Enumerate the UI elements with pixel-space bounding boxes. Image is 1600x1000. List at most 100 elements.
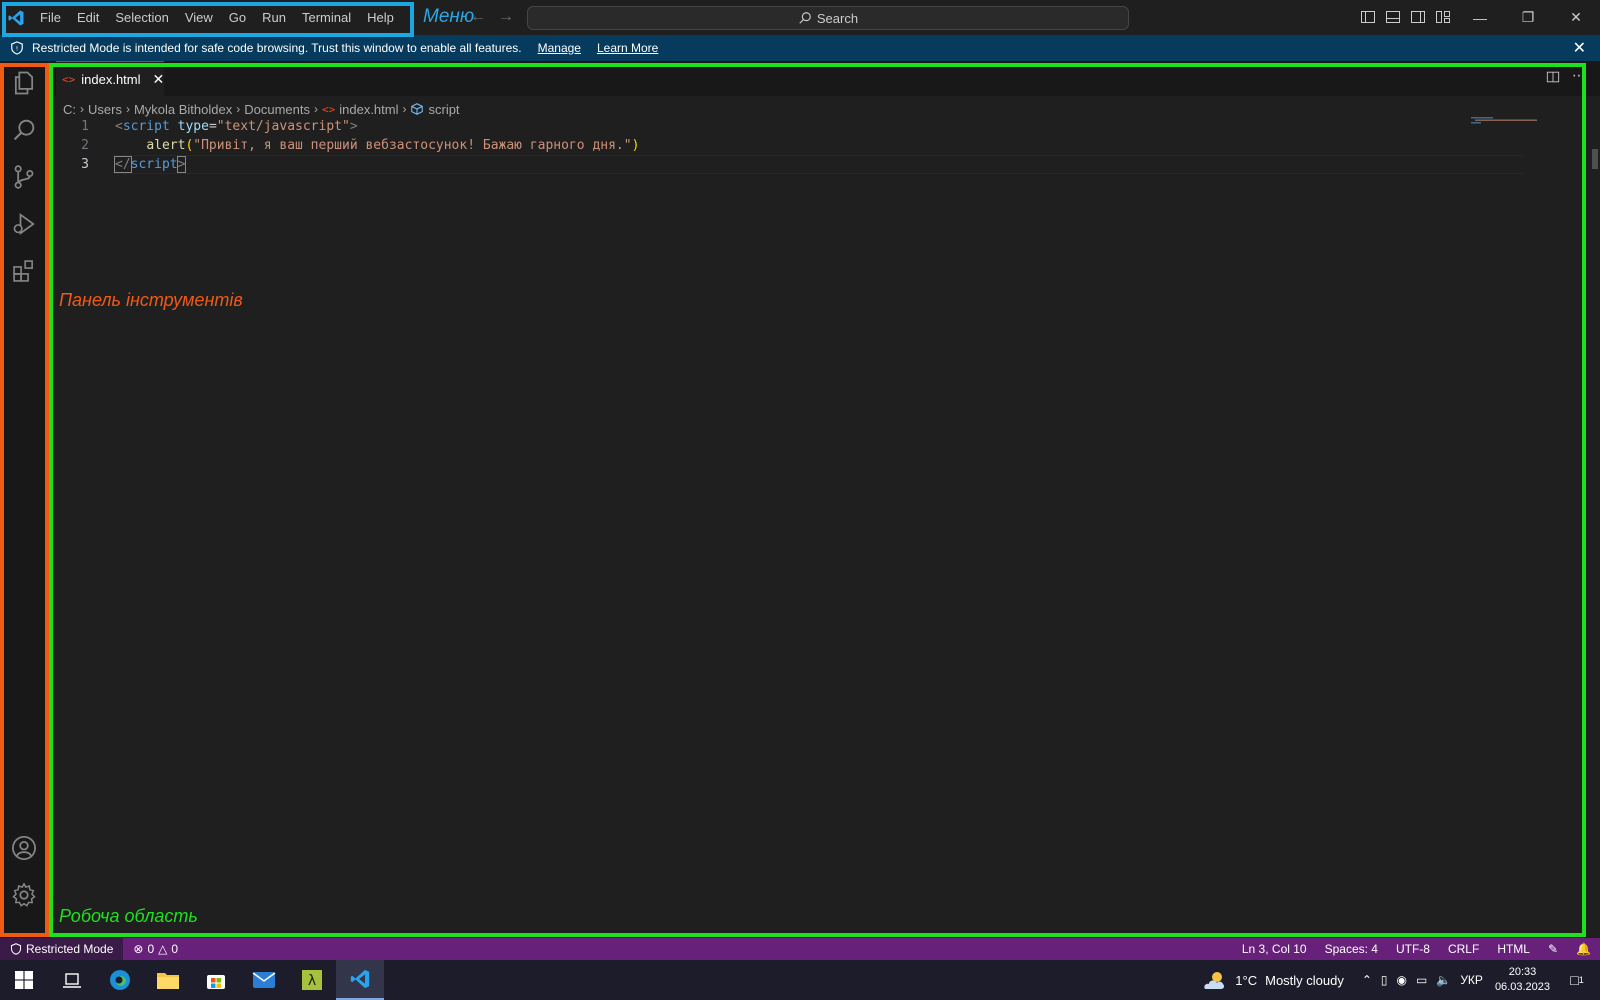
tab-close-icon[interactable]: ✕ bbox=[153, 71, 165, 88]
toggle-primary-sidebar-icon[interactable] bbox=[1360, 9, 1376, 25]
line-number: 1 bbox=[81, 119, 89, 134]
symbol-element-icon bbox=[411, 103, 424, 115]
settings-gear-icon[interactable] bbox=[10, 881, 38, 909]
tab-index-html[interactable]: <> index.html ✕ bbox=[56, 61, 164, 96]
menu-help[interactable]: Help bbox=[359, 0, 402, 35]
chevron-right-icon: › bbox=[402, 102, 407, 116]
bell-icon[interactable]: 🔔 bbox=[1567, 942, 1600, 956]
network-icon[interactable]: ▭ bbox=[1416, 973, 1427, 987]
search-sidebar-icon[interactable] bbox=[10, 116, 38, 144]
menu-selection[interactable]: Selection bbox=[107, 0, 176, 35]
task-view-icon[interactable] bbox=[48, 960, 96, 1000]
vscode-taskbar-icon[interactable] bbox=[336, 960, 384, 1000]
error-icon: ⊗ bbox=[133, 942, 144, 956]
code-line: 1 <script type="text/javascript"> bbox=[49, 117, 1469, 136]
line-number: 2 bbox=[81, 138, 89, 153]
learn-more-link[interactable]: Learn More bbox=[597, 41, 658, 55]
line-number: 3 bbox=[81, 157, 89, 172]
tab-actions: ⋯ bbox=[1546, 67, 1586, 84]
chevron-up-icon[interactable]: ⌃ bbox=[1362, 973, 1372, 987]
weather-widget[interactable]: 1°C Mostly cloudy bbox=[1201, 969, 1344, 991]
mail-icon[interactable] bbox=[240, 960, 288, 1000]
restore-icon[interactable]: ❐ bbox=[1504, 0, 1552, 35]
edge-browser-icon[interactable] bbox=[96, 960, 144, 1000]
feedback-icon[interactable]: ✎ bbox=[1539, 942, 1567, 956]
file-explorer-icon[interactable] bbox=[144, 960, 192, 1000]
minimap[interactable] bbox=[1471, 117, 1541, 125]
input-language[interactable]: УКР bbox=[1460, 973, 1483, 987]
explorer-icon[interactable] bbox=[10, 69, 38, 97]
accounts-icon[interactable] bbox=[10, 834, 38, 862]
layout-controls bbox=[1360, 9, 1451, 25]
menu-edit[interactable]: Edit bbox=[69, 0, 107, 35]
banner-close-icon[interactable]: ✕ bbox=[1573, 38, 1586, 58]
lambda-app-icon[interactable]: λ bbox=[288, 960, 336, 1000]
chevron-right-icon: › bbox=[125, 102, 130, 116]
code-editor[interactable]: 1 <script type="text/javascript"> 2 aler… bbox=[49, 117, 1469, 174]
customize-layout-icon[interactable] bbox=[1435, 9, 1451, 25]
window-controls: — ❐ ✕ bbox=[1456, 0, 1600, 35]
tray-icons: ⌃ ▯ ◉ ▭ 🔈 УКР bbox=[1362, 973, 1483, 987]
menu-view[interactable]: View bbox=[177, 0, 221, 35]
editor-tabs: <> index.html ✕ ⋯ bbox=[49, 61, 1600, 96]
temperature: 1°C bbox=[1235, 972, 1258, 988]
tab-filename: index.html bbox=[81, 71, 141, 87]
warning-count: 0 bbox=[171, 942, 179, 956]
activity-bar bbox=[0, 61, 48, 938]
run-debug-icon[interactable] bbox=[10, 210, 38, 238]
breadcrumb-users[interactable]: Users bbox=[88, 102, 122, 117]
toolbar-annotation-label: Панель інструментів bbox=[59, 290, 243, 310]
close-window-icon[interactable]: ✕ bbox=[1552, 0, 1600, 35]
camera-icon[interactable]: ◉ bbox=[1397, 973, 1407, 987]
breadcrumb-drive[interactable]: C: bbox=[63, 102, 76, 117]
menu-annotation-label: Меню bbox=[423, 6, 475, 27]
search-icon bbox=[799, 12, 811, 24]
menu-bar: File Edit Selection View Go Run Terminal… bbox=[32, 0, 402, 35]
status-language[interactable]: HTML bbox=[1488, 942, 1539, 956]
toggle-panel-icon[interactable] bbox=[1385, 9, 1401, 25]
clock-date: 06.03.2023 bbox=[1494, 981, 1550, 993]
status-problems[interactable]: ⊗ 0 △ 0 bbox=[123, 942, 188, 956]
code-text: <script type="text/javascript"> bbox=[115, 119, 358, 134]
search-label: Search bbox=[816, 10, 859, 26]
breadcrumb-file[interactable]: index.html bbox=[339, 102, 398, 117]
windows-start-icon[interactable] bbox=[0, 960, 48, 1000]
svg-text:!: ! bbox=[16, 46, 18, 53]
breadcrumb-user[interactable]: Mykola Bitholdex bbox=[134, 102, 232, 117]
minimize-icon[interactable]: — bbox=[1456, 0, 1504, 35]
toggle-secondary-sidebar-icon[interactable] bbox=[1410, 9, 1426, 25]
menu-run[interactable]: Run bbox=[254, 0, 294, 35]
source-control-icon[interactable] bbox=[10, 163, 38, 191]
status-eol[interactable]: CRLF bbox=[1439, 942, 1488, 956]
status-restricted-mode[interactable]: Restricted Mode bbox=[0, 938, 124, 960]
notification-center-icon[interactable]: □ 1 bbox=[1562, 972, 1592, 988]
volume-icon[interactable]: 🔈 bbox=[1436, 973, 1451, 987]
more-actions-icon[interactable]: ⋯ bbox=[1572, 67, 1586, 84]
chevron-right-icon: › bbox=[236, 102, 241, 116]
menu-file[interactable]: File bbox=[32, 0, 69, 35]
menu-go[interactable]: Go bbox=[221, 0, 254, 35]
title-bar: File Edit Selection View Go Run Terminal… bbox=[0, 0, 1600, 35]
menu-terminal[interactable]: Terminal bbox=[294, 0, 359, 35]
store-icon[interactable] bbox=[192, 960, 240, 1000]
chevron-right-icon: › bbox=[313, 102, 318, 116]
status-cursor-position[interactable]: Ln 3, Col 10 bbox=[1233, 942, 1316, 956]
command-center-search[interactable]: Search bbox=[527, 6, 1129, 30]
breadcrumb-symbol[interactable]: script bbox=[428, 102, 459, 117]
breadcrumb-documents[interactable]: Documents bbox=[244, 102, 310, 117]
code-text: alert("Привіт, я ваш перший вебзастосуно… bbox=[146, 138, 640, 153]
manage-link[interactable]: Manage bbox=[538, 41, 581, 55]
html-file-icon: <> bbox=[62, 72, 76, 86]
forward-arrow-icon[interactable]: → bbox=[498, 8, 514, 26]
split-editor-icon[interactable] bbox=[1546, 70, 1560, 84]
warning-icon: △ bbox=[158, 942, 168, 956]
vertical-scrollbar[interactable] bbox=[1592, 149, 1598, 169]
clock[interactable]: 20:33 06.03.2023 bbox=[1495, 965, 1550, 995]
cloudy-weather-icon bbox=[1204, 972, 1225, 989]
chevron-right-icon: › bbox=[80, 102, 84, 116]
extensions-icon[interactable] bbox=[10, 257, 38, 285]
status-indentation[interactable]: Spaces: 4 bbox=[1316, 942, 1387, 956]
usb-icon[interactable]: ▯ bbox=[1381, 973, 1388, 987]
status-encoding[interactable]: UTF-8 bbox=[1387, 942, 1439, 956]
svg-text:λ: λ bbox=[308, 973, 316, 989]
